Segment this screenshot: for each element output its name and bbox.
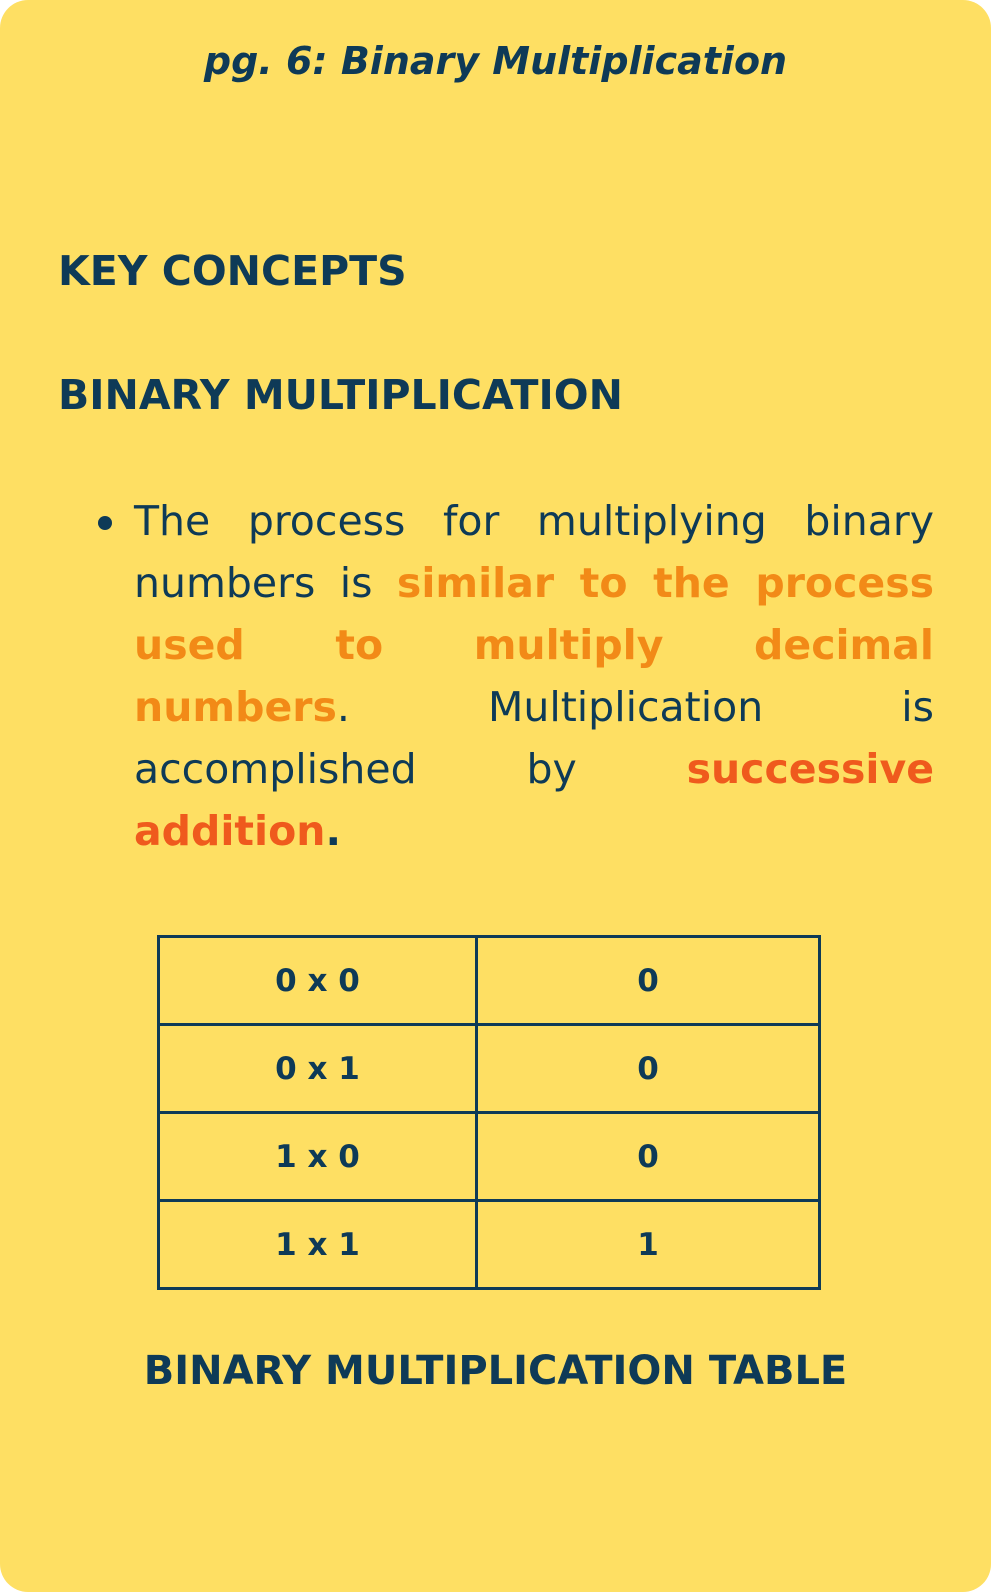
bullet-paragraph: The process for multiplying binary numbe… xyxy=(134,490,934,862)
table-row: 1 x 0 0 xyxy=(157,1111,821,1202)
bullet-dot-icon xyxy=(98,516,112,530)
table-cell-result: 0 xyxy=(475,1111,821,1202)
table-caption: BINARY MULTIPLICATION TABLE xyxy=(143,1348,848,1394)
table-cell-expression: 1 x 1 xyxy=(157,1199,478,1290)
table-row: 0 x 0 0 xyxy=(157,935,821,1026)
table-cell-expression: 1 x 0 xyxy=(157,1111,478,1202)
key-concepts-heading: KEY CONCEPTS xyxy=(58,247,407,295)
section-heading: BINARY MULTIPLICATION xyxy=(58,371,623,419)
table-cell-result: 1 xyxy=(475,1199,821,1290)
table-cell-expression: 0 x 1 xyxy=(157,1023,478,1114)
page-title: pg. 6: Binary Multiplication xyxy=(203,39,788,83)
bullet-text-part3: . xyxy=(325,807,342,855)
table-cell-expression: 0 x 0 xyxy=(157,935,478,1026)
table-cell-result: 0 xyxy=(475,935,821,1026)
table-cell-result: 0 xyxy=(475,1023,821,1114)
binary-multiplication-table: 0 x 0 0 0 x 1 0 1 x 0 0 1 x 1 1 xyxy=(157,935,821,1290)
table-row: 0 x 1 0 xyxy=(157,1023,821,1114)
page-card: pg. 6: Binary Multiplication KEY CONCEPT… xyxy=(0,0,991,1592)
table-row: 1 x 1 1 xyxy=(157,1199,821,1290)
